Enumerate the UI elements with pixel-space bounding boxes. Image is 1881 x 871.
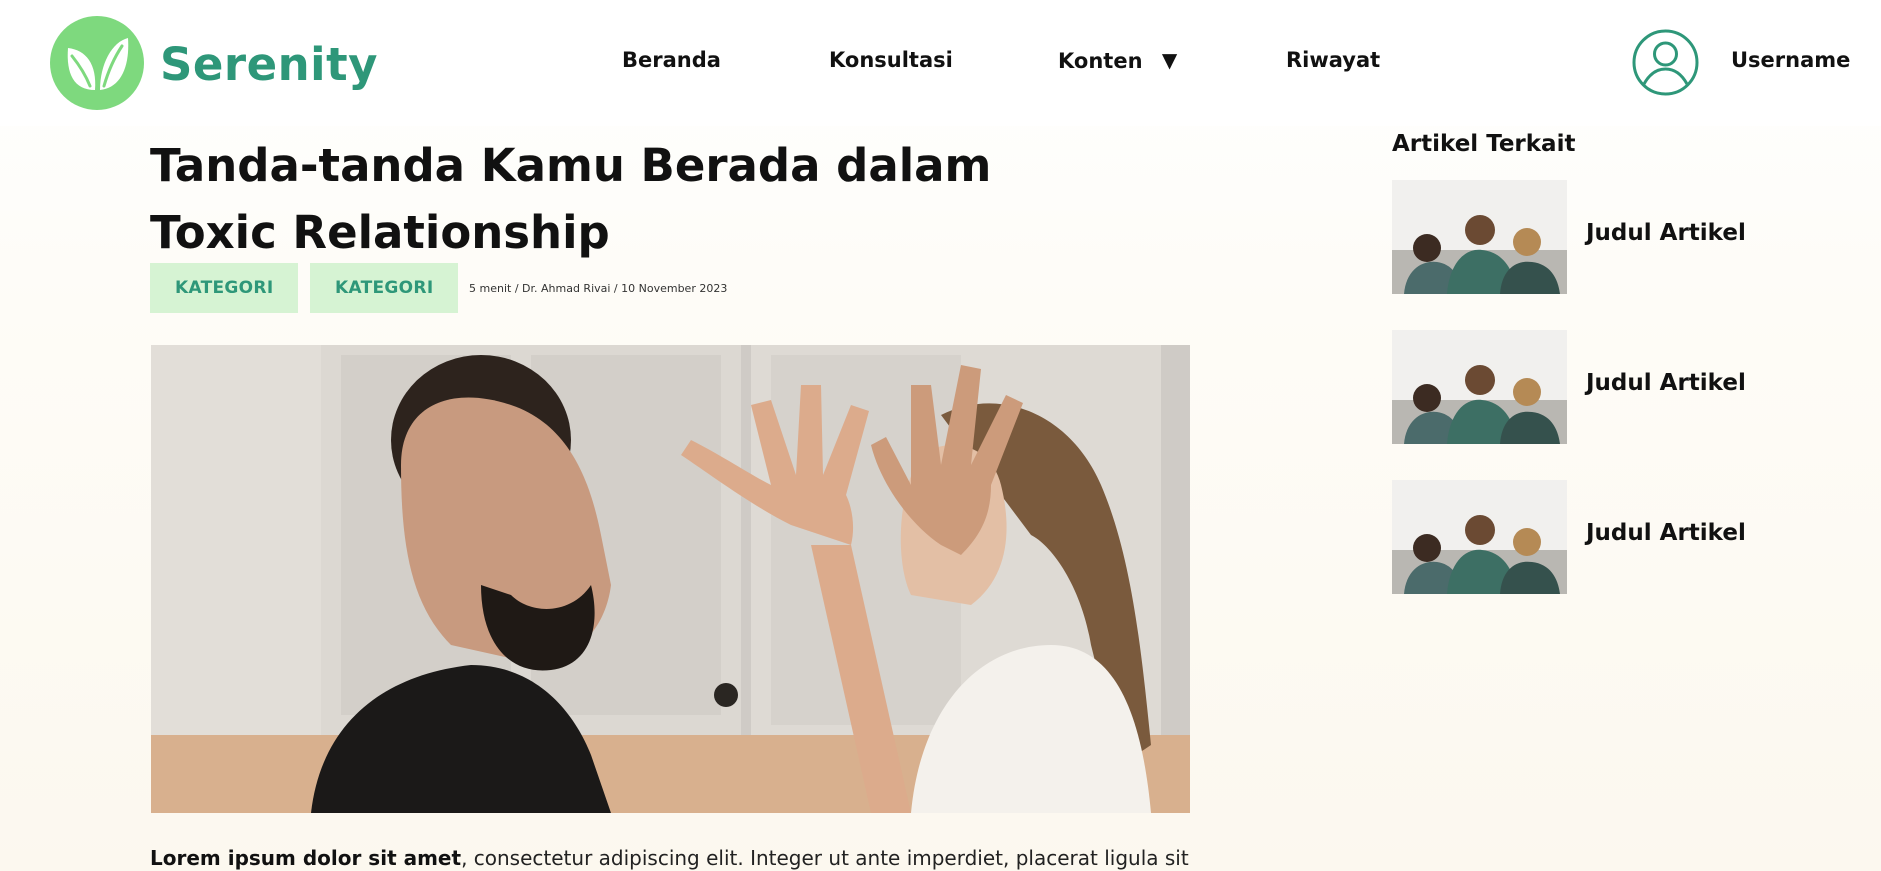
article-body-bold: Lorem ipsum dolor sit amet	[150, 846, 462, 870]
article-meta: 5 menit / Dr. Ahmad Rivai / 10 November …	[469, 282, 728, 295]
username-label[interactable]: Username	[1731, 48, 1850, 72]
related-article-title[interactable]: Judul Artikel	[1586, 370, 1746, 396]
caret-down-icon: ▼	[1161, 48, 1178, 72]
related-article-thumbnail[interactable]	[1392, 480, 1567, 594]
article-body-text: , consectetur adipiscing elit. Integer u…	[461, 846, 1189, 870]
related-article-item[interactable]: Judul Artikel	[1392, 180, 1812, 294]
related-article-title[interactable]: Judul Artikel	[1586, 520, 1746, 546]
nav-beranda-label: Beranda	[622, 48, 721, 72]
nav-riwayat-label: Riwayat	[1286, 48, 1381, 72]
related-article-thumbnail[interactable]	[1392, 330, 1567, 444]
article-body-paragraph: Lorem ipsum dolor sit amet, consectetur …	[150, 846, 1190, 870]
leaf-icon	[67, 38, 129, 90]
related-articles-heading: Artikel Terkait	[1392, 131, 1576, 157]
related-article-thumbnail[interactable]	[1392, 180, 1567, 294]
nav-konten-dropdown[interactable]: Konten ▼	[1058, 48, 1177, 73]
article-hero-image	[151, 345, 1190, 813]
nav-konsultasi[interactable]: Konsultasi	[829, 48, 953, 72]
nav-konten-label: Konten	[1058, 49, 1143, 73]
related-article-item[interactable]: Judul Artikel	[1392, 480, 1812, 594]
category-badge[interactable]: KATEGORI	[150, 263, 299, 313]
category-badge[interactable]: KATEGORI	[310, 263, 459, 313]
nav-konsultasi-label: Konsultasi	[829, 48, 953, 72]
nav-beranda[interactable]: Beranda	[622, 48, 721, 72]
site-header: Serenity Beranda Konsultasi Konten ▼ Riw…	[0, 0, 1881, 126]
related-article-title[interactable]: Judul Artikel	[1586, 220, 1746, 246]
article-title: Tanda-tanda Kamu Berada dalam Toxic Rela…	[150, 139, 992, 259]
nav-riwayat[interactable]: Riwayat	[1286, 48, 1380, 72]
user-circle-icon[interactable]	[1632, 29, 1699, 96]
related-article-item[interactable]: Judul Artikel	[1392, 330, 1812, 444]
logo[interactable]	[50, 16, 144, 110]
brand-name[interactable]: Serenity	[160, 38, 378, 91]
